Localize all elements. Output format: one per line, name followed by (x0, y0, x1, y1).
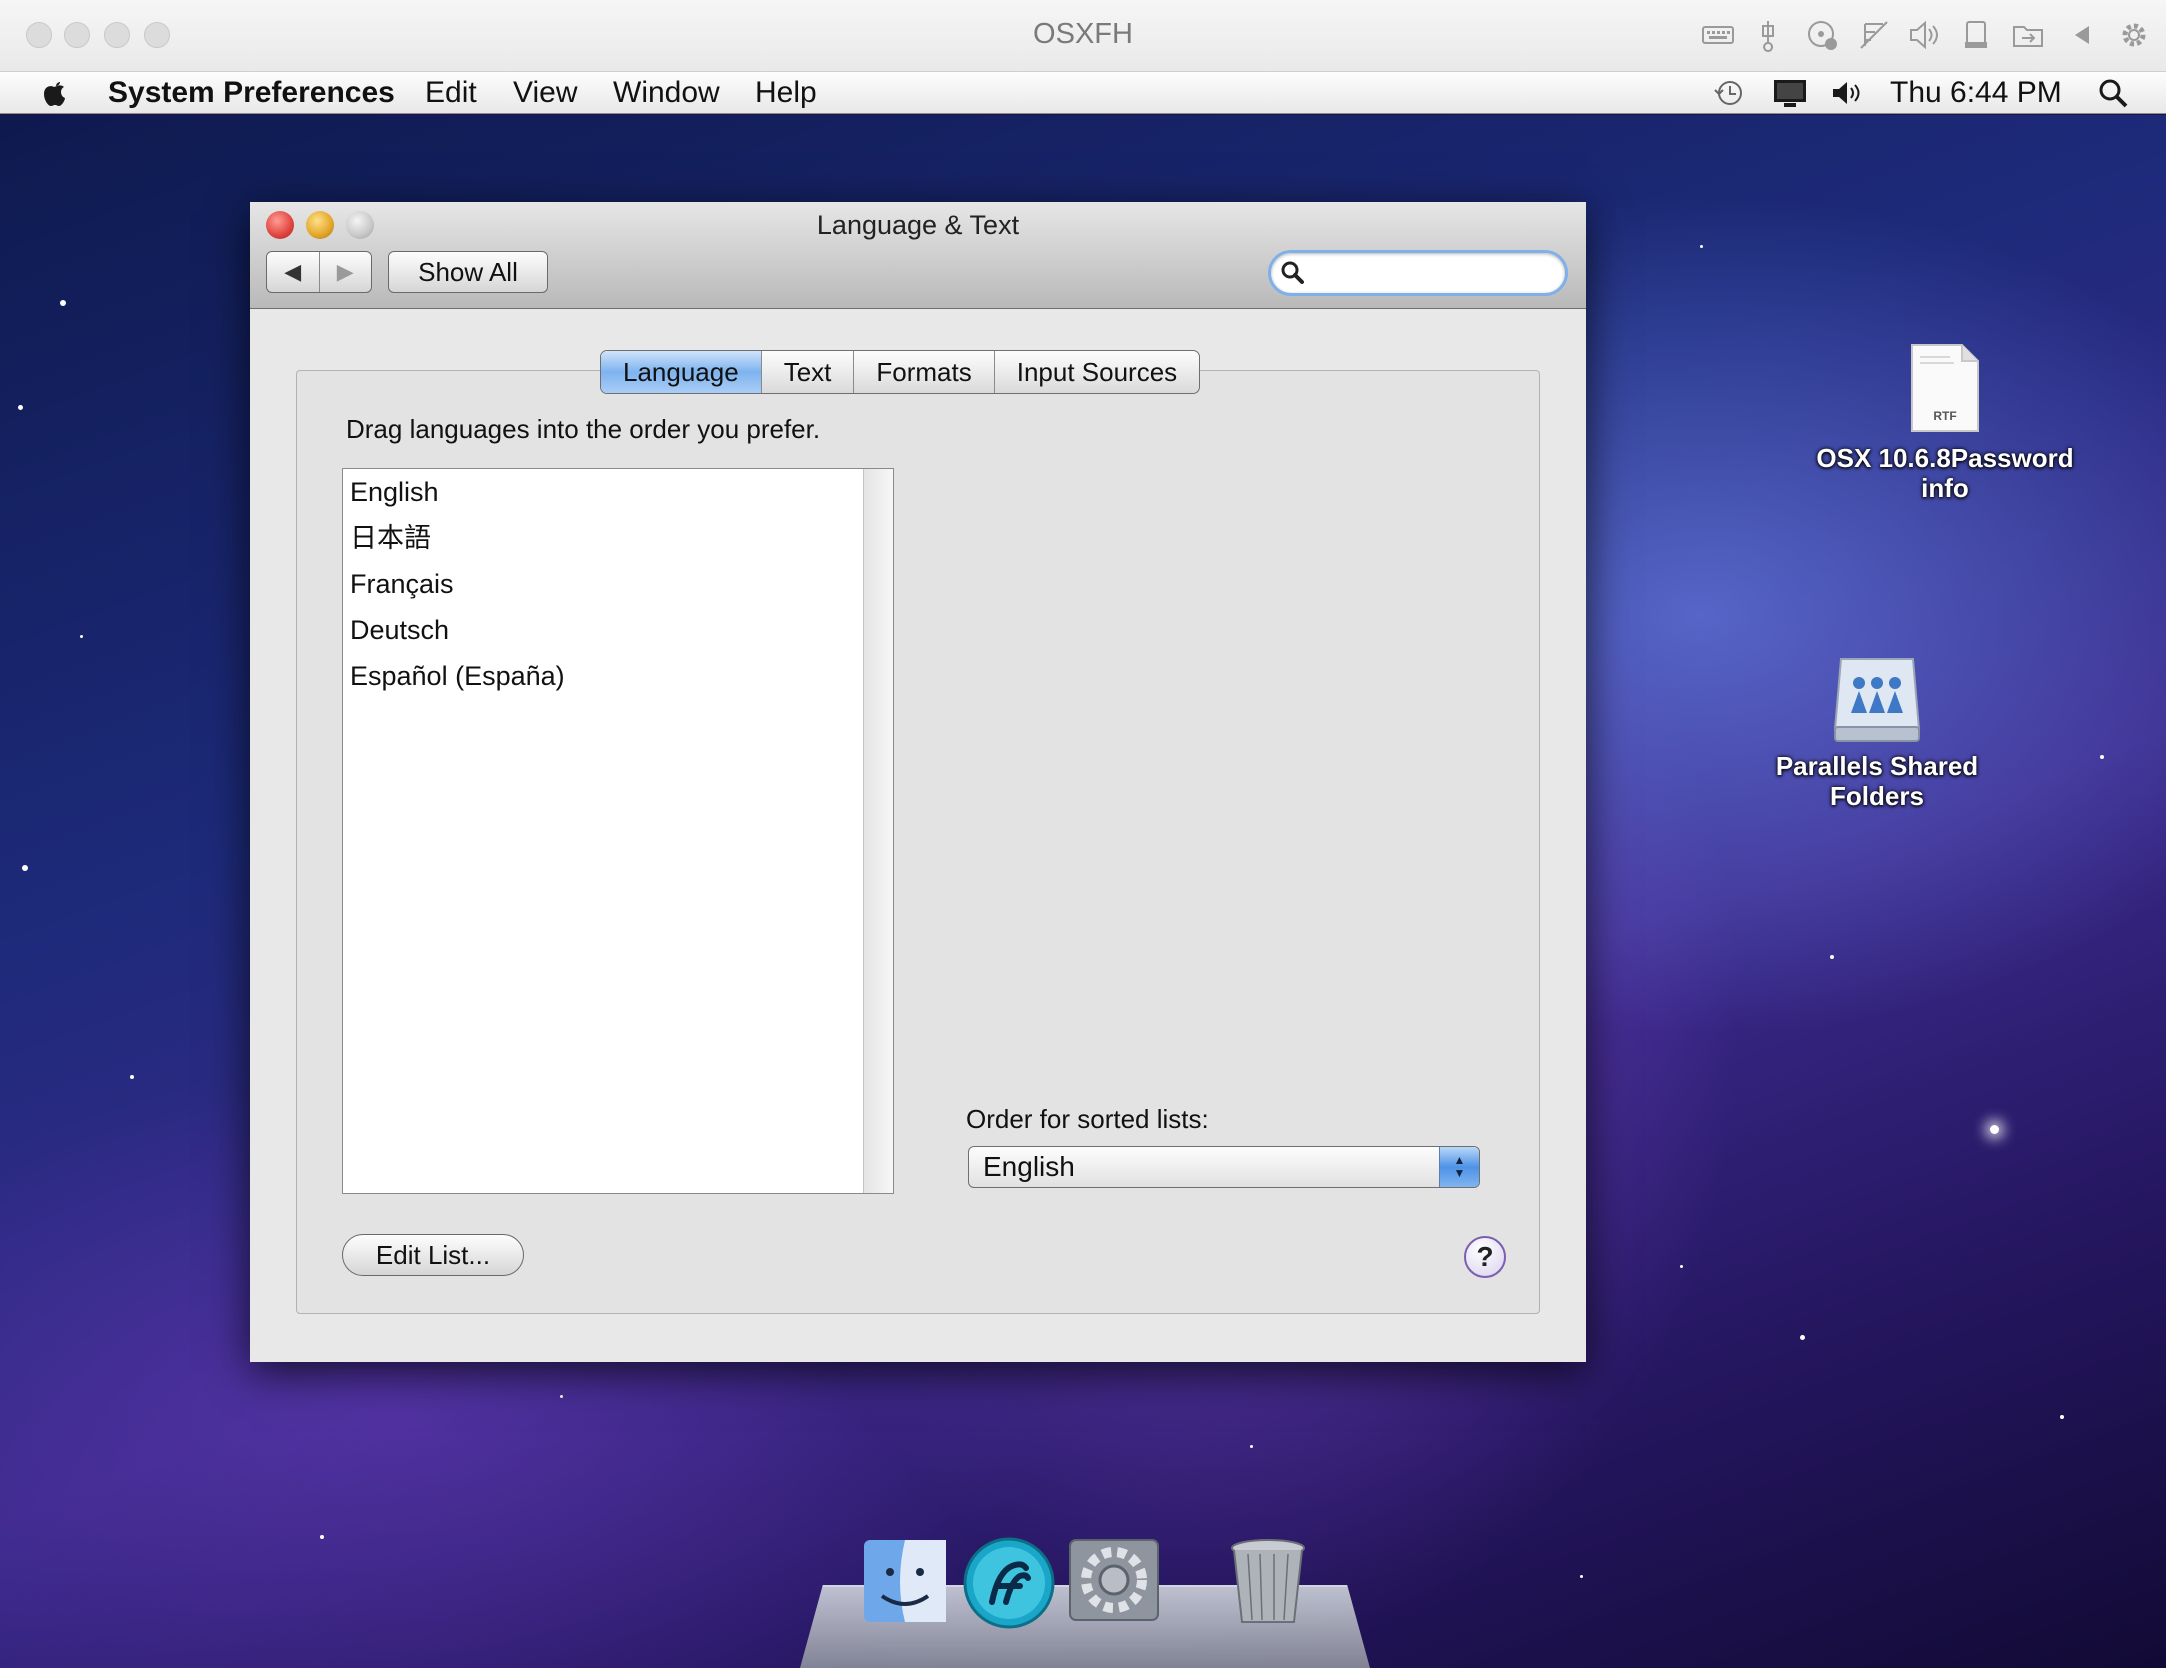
star (18, 405, 23, 410)
menu-app-name[interactable]: System Preferences (108, 76, 395, 110)
instruction-text: Drag languages into the order you prefer… (346, 414, 821, 444)
star (320, 1535, 324, 1539)
printer-icon[interactable] (1958, 18, 1994, 54)
finder-icon (864, 1540, 946, 1622)
system-preferences-icon (1069, 1539, 1159, 1621)
volume-icon[interactable] (1830, 76, 1864, 110)
tab-text[interactable]: Text (760, 351, 854, 393)
menu-bar: System Preferences Edit View Window Help… (0, 72, 2166, 114)
desktop-icon-label: Parallels Shared Folders (1775, 751, 1979, 811)
star (1680, 1265, 1683, 1268)
cd-disc-icon[interactable] (1804, 18, 1840, 54)
tab-bar: Language Text Formats Input Sources (600, 350, 1201, 394)
list-item[interactable]: English (343, 469, 893, 515)
star (1250, 1445, 1253, 1448)
forward-arrow-icon: ▶ (336, 259, 354, 284)
search-input[interactable] (1311, 259, 1551, 287)
menu-view[interactable]: View (513, 76, 577, 110)
show-all-button[interactable]: Show All (388, 251, 548, 293)
star (60, 300, 66, 306)
dock-system-preferences[interactable] (1068, 1538, 1160, 1629)
dock-finder[interactable] (862, 1538, 948, 1629)
star (130, 1075, 134, 1079)
sort-order-value: English (983, 1151, 1075, 1182)
window-title: Language & Text (816, 210, 1020, 240)
network-icon[interactable] (1856, 18, 1892, 54)
menu-window[interactable]: Window (613, 76, 720, 110)
back-forward-control: ◀ ▶ (266, 251, 372, 293)
help-button[interactable]: ? (1464, 1236, 1506, 1278)
menu-help[interactable]: Help (755, 76, 817, 110)
dock-trash[interactable] (1228, 1538, 1308, 1633)
menu-edit[interactable]: Edit (425, 76, 477, 110)
shared-folder-icon[interactable] (2010, 18, 2046, 54)
language-list[interactable]: English 日本語 Français Deutsch Español (Es… (342, 468, 894, 1194)
list-item[interactable]: Español (España) (343, 653, 893, 699)
apple-menu-icon[interactable] (38, 76, 70, 110)
star (1830, 955, 1834, 959)
star (80, 635, 83, 638)
preferences-window: Language & Text ◀ ▶ Show All Language Te… (250, 202, 1586, 1362)
back-button[interactable]: ◀ (267, 252, 319, 292)
app-blue-swirl-icon (963, 1537, 1055, 1629)
host-window-title: OSXFH (1033, 18, 1133, 50)
star (1990, 1125, 1999, 1134)
rtf-document-icon: RTF (1910, 343, 1980, 433)
select-arrows-icon: ▲ ▼ (1439, 1147, 1479, 1187)
menu-clock[interactable]: Thu 6:44 PM (1890, 76, 2062, 110)
trash-icon (1231, 1539, 1305, 1623)
forward-button[interactable]: ▶ (318, 252, 372, 292)
desktop-icon-rtf[interactable]: RTF OSX 10.6.8Password info (1800, 343, 2090, 503)
star (1800, 1335, 1805, 1340)
time-machine-icon[interactable] (1712, 76, 1746, 110)
usb-icon[interactable] (1750, 18, 1786, 54)
rtf-badge: RTF (1933, 409, 1957, 423)
edit-list-button[interactable]: Edit List... (342, 1234, 524, 1276)
list-item[interactable]: 日本語 (343, 515, 893, 561)
list-item[interactable]: Deutsch (343, 607, 893, 653)
sort-order-label: Order for sorted lists: (966, 1104, 1209, 1134)
gear-icon[interactable] (2116, 18, 2152, 54)
star (1580, 1575, 1583, 1578)
host-window-titlebar: OSXFH (0, 0, 2166, 72)
sort-order-select[interactable]: English ▲ ▼ (968, 1146, 1480, 1188)
list-scrollbar[interactable] (863, 469, 893, 1193)
star (2100, 755, 2104, 759)
star (560, 1395, 563, 1398)
tab-formats[interactable]: Formats (853, 351, 993, 393)
desktop-icon-shared-folders[interactable]: Parallels Shared Folders (1732, 655, 2022, 811)
star (2060, 1415, 2064, 1419)
spotlight-search-icon[interactable] (2096, 76, 2130, 110)
window-toolbar: Language & Text ◀ ▶ Show All (250, 202, 1586, 309)
search-field[interactable] (1268, 250, 1568, 296)
star (22, 865, 28, 871)
desktop-icon-label: OSX 10.6.8Password info (1816, 443, 2074, 503)
back-arrow-icon: ◀ (284, 259, 302, 284)
display-icon[interactable] (1772, 76, 1808, 110)
keyboard-icon[interactable] (1700, 18, 1736, 54)
back-arrow-icon[interactable] (2064, 18, 2100, 54)
tab-input-sources[interactable]: Input Sources (993, 351, 1199, 393)
shared-folders-drive-icon (1831, 655, 1923, 749)
list-item[interactable]: Français (343, 561, 893, 607)
dock-app-swirl[interactable] (962, 1536, 1056, 1635)
search-icon (1281, 261, 1304, 284)
audio-icon[interactable] (1906, 18, 1942, 54)
tab-language[interactable]: Language (601, 351, 761, 393)
star (1700, 245, 1703, 248)
